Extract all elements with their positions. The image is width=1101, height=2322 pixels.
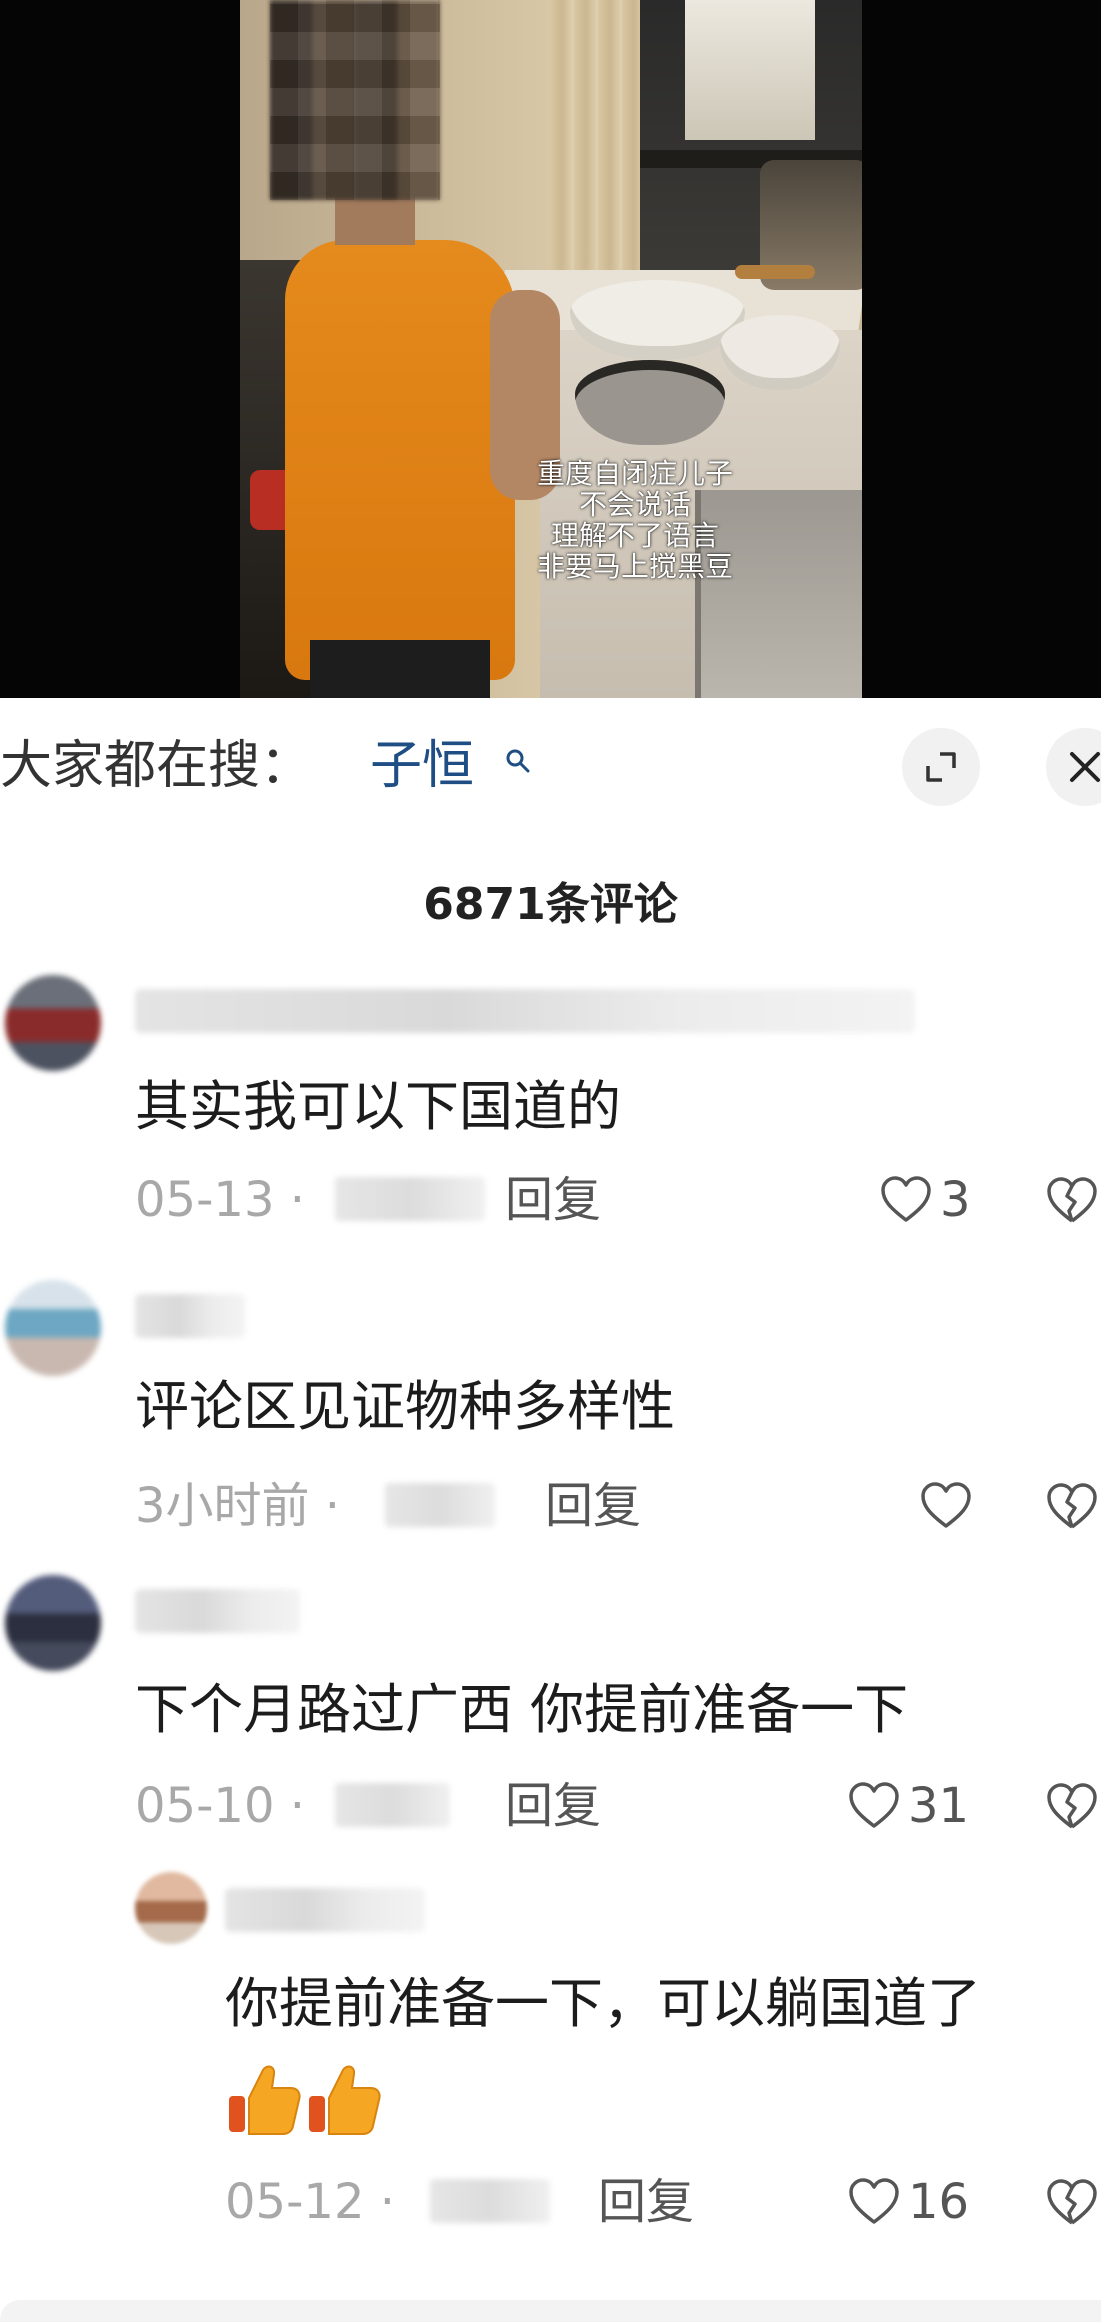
location-redacted [335,1783,450,1827]
close-icon [1070,752,1100,782]
comment-date: 05-10 · [135,1778,305,1834]
comment-text: 你提前准备一下，可以躺国道了 [225,1972,981,2035]
reply-item: 你提前准备一下，可以躺国道了 05-12 · 回复 16 [0,1872,1101,2292]
video-frame [240,0,862,698]
like-button[interactable]: 3 [880,1172,971,1228]
avatar[interactable] [135,1872,207,1944]
video-pot-handle [735,265,815,279]
search-suggestion-keyword[interactable]: 子恒 [370,736,474,796]
avatar[interactable] [5,975,101,1071]
reply-button[interactable]: 回复 [598,2174,694,2230]
heart-icon [881,1176,931,1222]
username-redacted [135,1589,300,1633]
comment-text: 其实我可以下国道的 [135,1075,621,1138]
like-button[interactable]: 31 [848,1778,969,1834]
thumbs-up-emoji [229,2065,301,2135]
broken-heart-icon[interactable] [1046,1781,1098,1833]
video-player[interactable]: 重度自闭症儿子 不会说话 理解不了语言 非要马上搅黑豆 [0,0,1101,698]
like-count: 16 [908,2174,970,2230]
location-redacted [385,1483,495,1527]
search-suggestion-row: 大家都在搜： 子恒 [0,698,1101,838]
thumbs-up-emoji [309,2065,381,2135]
video-caption-line: 重度自闭症儿子 [536,457,733,490]
comment-item: 评论区见证物种多样性 3小时前 · 回复 [0,1280,1101,1560]
heart-icon [849,2178,899,2224]
comment-text: 下个月路过广西 你提前准备一下 [135,1678,909,1741]
reply-button[interactable]: 回复 [505,1172,601,1228]
avatar[interactable] [5,1280,101,1376]
like-button[interactable]: 16 [848,2174,969,2230]
expand-button[interactable] [902,728,980,806]
comment-count: 6871条评论 [423,879,678,930]
page: 重度自闭症儿子 不会说话 理解不了语言 非要马上搅黑豆 大家都在搜： 子恒 68… [0,0,1101,2322]
like-button[interactable] [920,1478,980,1534]
like-count: 31 [908,1778,970,1834]
location-redacted [335,1177,485,1221]
search-suggestion-prefix: 大家都在搜： [0,736,313,796]
heart-icon [921,1482,971,1528]
comment-date: 05-12 · [225,2174,395,2230]
broken-heart-icon[interactable] [1046,1481,1098,1533]
video-mosaic-overlay [270,0,440,200]
comment-item: 下个月路过广西 你提前准备一下 05-10 · 回复 31 [0,1575,1101,1855]
broken-heart-icon[interactable] [1046,1175,1098,1227]
video-caption: 重度自闭症儿子 不会说话 理解不了语言 非要马上搅黑豆 [490,458,780,582]
broken-heart-icon[interactable] [1046,2177,1098,2229]
heart-icon [849,1782,899,1828]
username-redacted [135,1294,245,1338]
comment-input-bar[interactable] [0,2300,1101,2322]
expand-icon [926,752,956,782]
video-caption-line: 不会说话 [578,488,691,521]
avatar[interactable] [5,1575,101,1671]
video-caption-line: 理解不了语言 [550,519,719,552]
video-window-glass [685,0,815,140]
video-caption-line: 非要马上搅黑豆 [536,550,733,583]
username-redacted [225,1888,425,1932]
video-child-body [285,240,515,680]
comment-item: 其实我可以下国道的 05-13 · 回复 3 [0,975,1101,1255]
like-count: 3 [940,1172,971,1228]
username-redacted [135,989,915,1033]
location-redacted [430,2179,550,2223]
reply-button[interactable]: 回复 [545,1478,641,1534]
comment-text: 评论区见证物种多样性 [135,1375,675,1438]
search-icon[interactable] [505,748,531,774]
comment-date: 3小时前 · [135,1478,341,1534]
close-button[interactable] [1046,728,1101,806]
comment-date: 05-13 · [135,1172,305,1228]
video-child-pants [310,640,490,698]
reply-button[interactable]: 回复 [505,1778,601,1834]
